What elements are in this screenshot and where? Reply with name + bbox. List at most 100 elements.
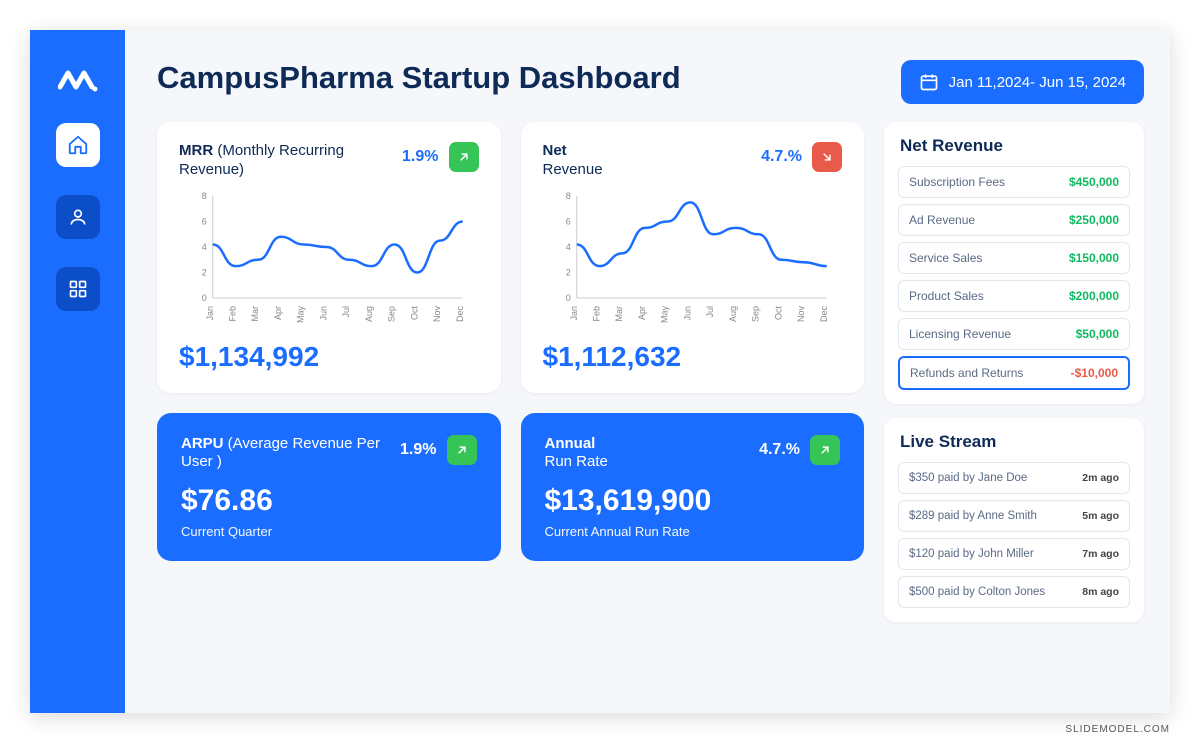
svg-text:6: 6 [202, 216, 207, 226]
svg-text:Feb: Feb [227, 306, 237, 322]
svg-text:8: 8 [202, 191, 207, 201]
svg-text:Jul: Jul [705, 306, 715, 318]
sidebar [30, 30, 125, 713]
arpu-title: ARPU (Average Revenue Per User ) [181, 435, 400, 473]
stream-time: 2m ago [1082, 472, 1119, 484]
revenue-row[interactable]: Licensing Revenue$50,000 [898, 318, 1130, 350]
date-range-text: Jan 11,2024- Jun 15, 2024 [949, 74, 1126, 91]
svg-text:Jan: Jan [205, 306, 215, 321]
arpu-value: $76.86 [181, 484, 477, 518]
revenue-value: $250,000 [1069, 213, 1119, 227]
svg-text:Oct: Oct [773, 305, 783, 320]
stream-time: 7m ago [1082, 548, 1119, 560]
arpu-sub: Current Quarter [181, 524, 477, 539]
stream-text: $120 paid by John Miller [909, 548, 1034, 560]
nav-home[interactable] [56, 123, 100, 167]
svg-text:Nov: Nov [432, 305, 442, 322]
svg-text:Sep: Sep [750, 306, 760, 322]
stream-time: 5m ago [1082, 510, 1119, 522]
revenue-value: $150,000 [1069, 251, 1119, 265]
svg-text:6: 6 [565, 216, 570, 226]
svg-text:Jun: Jun [318, 306, 328, 321]
apps-icon [68, 279, 88, 299]
mrr-title: MRR (Monthly Recurring Revenue) [179, 142, 402, 180]
arr-sub: Current Annual Run Rate [545, 524, 841, 539]
calendar-icon [919, 72, 939, 92]
home-icon [67, 134, 89, 156]
mrr-chart: 02468JanFebMarAprMayJunJulAugSepOctNovDe… [179, 188, 479, 328]
date-range-picker[interactable]: Jan 11,2024- Jun 15, 2024 [901, 60, 1144, 104]
svg-text:Feb: Feb [591, 306, 601, 322]
svg-text:Aug: Aug [727, 306, 737, 322]
arpu-pct: 1.9% [400, 441, 436, 459]
svg-text:0: 0 [565, 293, 570, 303]
mrr-card: MRR (Monthly Recurring Revenue) 1.9% 024… [157, 122, 501, 393]
revenue-row[interactable]: Service Sales$150,000 [898, 242, 1130, 274]
net-pct: 4.7.% [761, 148, 802, 166]
mrr-pct: 1.9% [402, 148, 438, 166]
svg-text:Sep: Sep [387, 306, 397, 322]
revenue-label: Subscription Fees [909, 175, 1005, 189]
stream-row: $350 paid by Jane Doe 2m ago [898, 462, 1130, 494]
mrr-value: $1,134,992 [179, 341, 479, 373]
svg-text:Mar: Mar [250, 305, 260, 321]
net-value: $1,112,632 [543, 341, 843, 373]
net-chart: 02468JanFebMarAprMayJunJulAugSepOctNovDe… [543, 188, 843, 328]
svg-text:Oct: Oct [409, 305, 419, 320]
arr-card: AnnualRun Rate 4.7.% $13,619,900 Current… [521, 413, 865, 562]
revenue-label: Product Sales [909, 289, 984, 303]
revenue-row[interactable]: Refunds and Returns -$10,000 [898, 356, 1130, 390]
user-icon [68, 207, 88, 227]
arr-value: $13,619,900 [545, 484, 841, 518]
stream-row: $289 paid by Anne Smith 5m ago [898, 500, 1130, 532]
svg-text:4: 4 [565, 242, 570, 252]
svg-text:Apr: Apr [636, 306, 646, 320]
svg-text:May: May [659, 305, 669, 323]
main-content: CampusPharma Startup Dashboard Jan 11,20… [125, 30, 1170, 713]
revenue-row[interactable]: Subscription Fees $450,000 [898, 166, 1130, 198]
arrow-down-right-icon [820, 150, 834, 164]
arr-title: AnnualRun Rate [545, 435, 608, 473]
svg-text:2: 2 [565, 267, 570, 277]
logo-icon [58, 65, 98, 95]
svg-text:Dec: Dec [818, 305, 828, 322]
revenue-row[interactable]: Product Sales $200,000 [898, 280, 1130, 312]
net-revenue-panel: Net Revenue Subscription Fees $450,000 Ad … [884, 122, 1144, 404]
mrr-trend-badge [449, 142, 479, 172]
svg-text:Jan: Jan [568, 306, 578, 321]
stream-text: $500 paid by Colton Jones [909, 586, 1045, 598]
svg-text:8: 8 [565, 191, 570, 201]
nav-apps[interactable] [56, 267, 100, 311]
arr-pct: 4.7.% [759, 441, 800, 459]
stream-text: $289 paid by Anne Smith [909, 510, 1037, 522]
arpu-card: ARPU (Average Revenue Per User ) 1.9% $7… [157, 413, 501, 562]
footer-brand: SLIDEMODEL.COM [1065, 724, 1170, 735]
app-frame: CampusPharma Startup Dashboard Jan 11,20… [30, 30, 1170, 713]
svg-text:2: 2 [202, 267, 207, 277]
svg-text:Aug: Aug [364, 306, 374, 322]
revenue-row[interactable]: Ad Revenue $250,000 [898, 204, 1130, 236]
svg-text:Jul: Jul [341, 306, 351, 318]
revenue-label: Ad Revenue [909, 213, 975, 227]
net-card: NetRevenue 4.7.% 02468JanFebMarAprMayJun… [521, 122, 865, 393]
svg-text:Apr: Apr [273, 306, 283, 320]
arrow-up-right-icon [455, 443, 469, 457]
revenue-label: Refunds and Returns [910, 366, 1023, 380]
arpu-trend-badge [447, 435, 477, 465]
revenue-value: -$10,000 [1071, 366, 1118, 380]
stream-text: $350 paid by Jane Doe [909, 472, 1027, 484]
svg-text:0: 0 [202, 293, 207, 303]
net-revenue-title: Net Revenue [898, 136, 1130, 156]
revenue-value: $200,000 [1069, 289, 1119, 303]
svg-text:Dec: Dec [455, 305, 465, 322]
revenue-label: Licensing Revenue [909, 327, 1011, 341]
nav-user[interactable] [56, 195, 100, 239]
stream-row: $500 paid by Colton Jones 8m ago [898, 576, 1130, 608]
stream-row: $120 paid by John Miller 7m ago [898, 538, 1130, 570]
revenue-value: $450,000 [1069, 175, 1119, 189]
stream-time: 8m ago [1082, 586, 1119, 598]
live-stream-title: Live Stream [898, 432, 1130, 452]
page-title: CampusPharma Startup Dashboard [157, 60, 681, 96]
arrow-up-right-icon [457, 150, 471, 164]
svg-text:May: May [296, 305, 306, 323]
